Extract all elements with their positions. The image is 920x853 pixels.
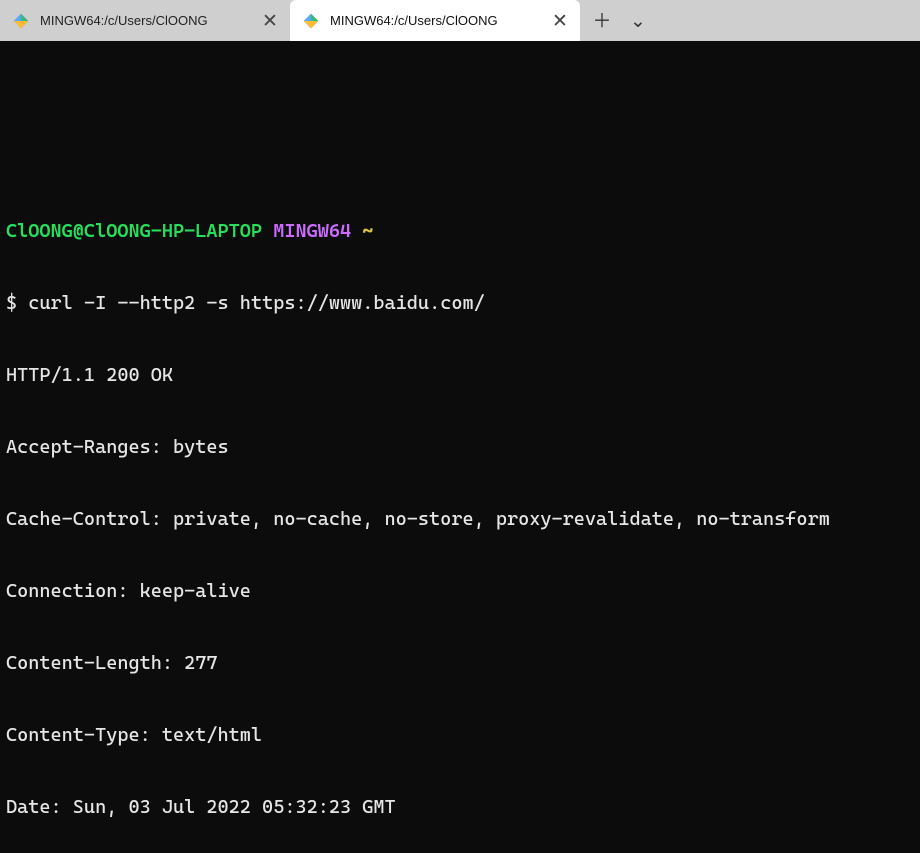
tab-controls: ＋ ⌄	[580, 5, 660, 37]
command-line: $ curl -I --http2 -s https://www.baidu.c…	[6, 291, 914, 315]
prompt-env: MINGW64	[273, 220, 351, 242]
tab-inactive[interactable]: MINGW64:/c/Users/ClOONG ✕	[0, 0, 290, 41]
response-header: Content-Type: text/html	[6, 723, 914, 747]
prompt-userhost: ClOONG@ClOONG-HP-LAPTOP	[6, 220, 262, 242]
new-tab-button[interactable]: ＋	[586, 5, 618, 37]
response-header: Cache-Control: private, no-cache, no-sto…	[6, 507, 914, 531]
terminal-output[interactable]: ClOONG@ClOONG-HP-LAPTOP MINGW64 ~ $ curl…	[0, 41, 920, 853]
close-icon[interactable]: ✕	[550, 11, 570, 31]
tab-active[interactable]: MINGW64:/c/Users/ClOONG ✕	[290, 0, 580, 41]
response-header: HTTP/1.1 200 OK	[6, 363, 914, 387]
tab-title: MINGW64:/c/Users/ClOONG	[40, 9, 250, 33]
command-text: curl -I --http2 -s https://www.baidu.com…	[28, 292, 484, 314]
response-header: Accept-Ranges: bytes	[6, 435, 914, 459]
tab-dropdown-button[interactable]: ⌄	[622, 5, 654, 37]
gitbash-icon	[302, 12, 320, 30]
tab-bar: MINGW64:/c/Users/ClOONG ✕ MINGW64:/c/Use…	[0, 0, 920, 41]
prompt-line: ClOONG@ClOONG-HP-LAPTOP MINGW64 ~	[6, 219, 914, 243]
close-icon[interactable]: ✕	[260, 11, 280, 31]
gitbash-icon	[12, 12, 30, 30]
response-header: Connection: keep-alive	[6, 579, 914, 603]
response-header: Date: Sun, 03 Jul 2022 05:32:23 GMT	[6, 795, 914, 819]
tab-title: MINGW64:/c/Users/ClOONG	[330, 9, 540, 33]
response-header: Content-Length: 277	[6, 651, 914, 675]
prompt-dollar: $	[6, 292, 17, 314]
prompt-path: ~	[362, 220, 373, 242]
